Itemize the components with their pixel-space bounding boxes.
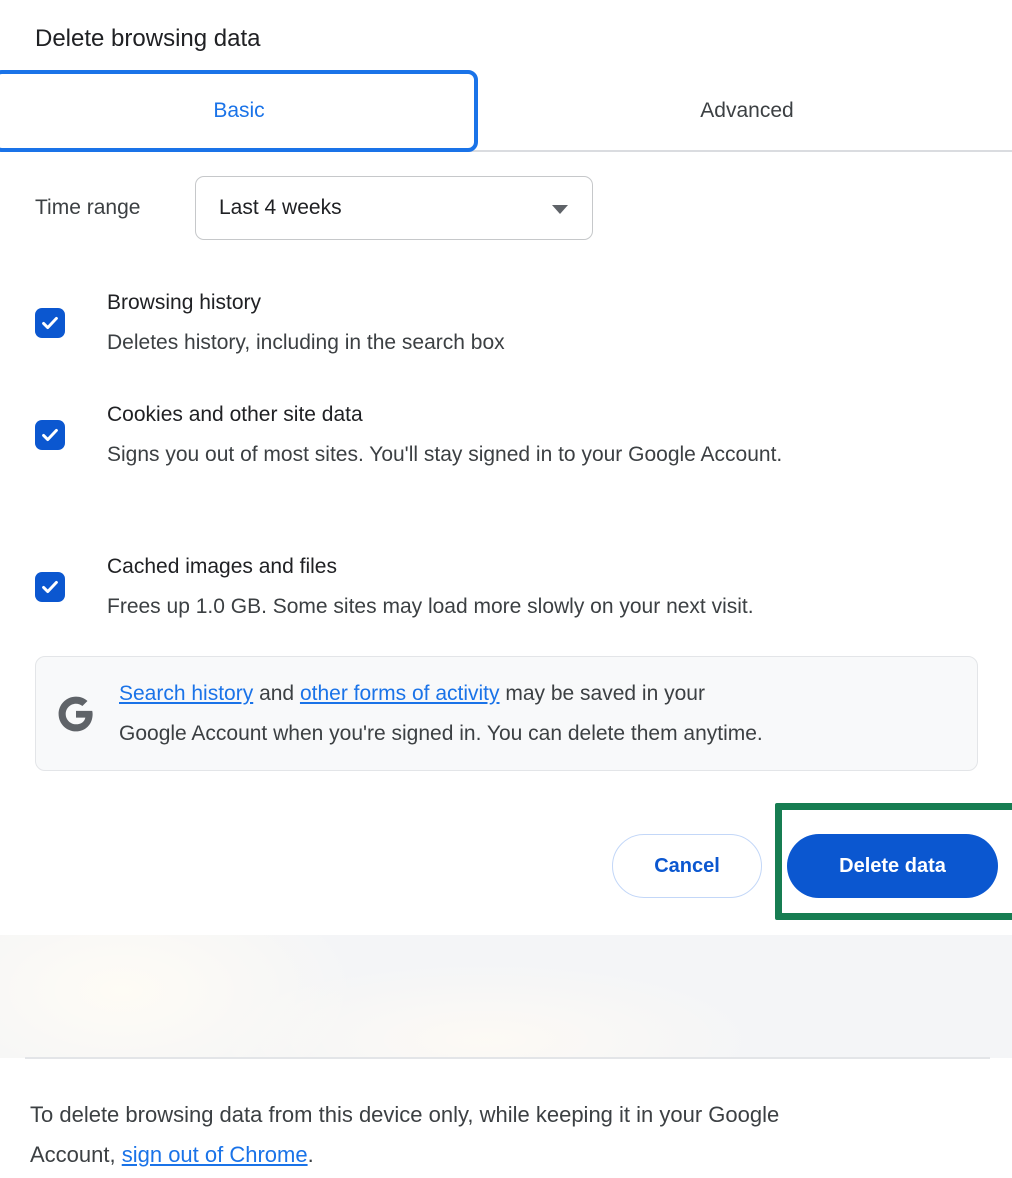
- cached-images-checkbox[interactable]: [35, 572, 65, 602]
- footer-note: To delete browsing data from this device…: [30, 1095, 992, 1175]
- checkbox-text: Browsing history Deletes history, includ…: [107, 283, 505, 363]
- dialog-title: Delete browsing data: [35, 25, 260, 53]
- checkbox-row-cached-images: Cached images and files Frees up 1.0 GB.…: [35, 547, 978, 627]
- checkbox-description: Signs you out of most sites. You'll stay…: [107, 435, 782, 475]
- time-range-selected-value: Last 4 weeks: [219, 196, 342, 220]
- notice-line1-tail: may be saved in your: [500, 682, 705, 705]
- checkbox-description: Deletes history, including in the search…: [107, 323, 505, 363]
- dialog-actions: Cancel Delete data: [612, 834, 998, 898]
- tab-strip: Basic Advanced: [0, 70, 1012, 152]
- checkbox-description: Frees up 1.0 GB. Some sites may load mor…: [107, 587, 754, 627]
- cookies-checkbox[interactable]: [35, 420, 65, 450]
- browsing-history-checkbox[interactable]: [35, 308, 65, 338]
- checkmark-icon: [39, 576, 61, 598]
- checkbox-row-cookies: Cookies and other site data Signs you ou…: [35, 395, 978, 475]
- checkbox-label: Cached images and files: [107, 547, 754, 587]
- notice-text: Search history and other forms of activi…: [119, 674, 763, 754]
- notice-separator: and: [253, 682, 300, 705]
- google-g-icon: [57, 695, 95, 733]
- delete-browsing-data-dialog: { "colors": { "accent_blue": "#1a73e8", …: [0, 0, 1012, 1178]
- footer-line2-suffix: .: [308, 1142, 314, 1167]
- tab-basic[interactable]: Basic: [0, 70, 478, 152]
- footer-divider: [25, 1057, 990, 1059]
- checkbox-label: Browsing history: [107, 283, 505, 323]
- google-account-notice: Search history and other forms of activi…: [35, 656, 978, 771]
- sign-out-of-chrome-link[interactable]: sign out of Chrome: [122, 1142, 308, 1167]
- checkmark-icon: [39, 312, 61, 334]
- checkbox-row-browsing-history: Browsing history Deletes history, includ…: [35, 283, 978, 363]
- checkmark-icon: [39, 424, 61, 446]
- footer-line2-prefix: Account,: [30, 1142, 122, 1167]
- footer-line1: To delete browsing data from this device…: [30, 1102, 779, 1127]
- checkbox-text: Cached images and files Frees up 1.0 GB.…: [107, 547, 754, 627]
- search-history-link[interactable]: Search history: [119, 682, 253, 705]
- checkbox-label: Cookies and other site data: [107, 395, 782, 435]
- page-background-strip: [0, 935, 1012, 1058]
- other-forms-of-activity-link[interactable]: other forms of activity: [300, 682, 500, 705]
- time-range-row: Time range Last 4 weeks: [35, 176, 593, 240]
- notice-line2: Google Account when you're signed in. Yo…: [119, 722, 763, 745]
- delete-button-wrap: Delete data: [787, 834, 998, 898]
- chevron-down-icon: [552, 205, 568, 214]
- tab-advanced[interactable]: Advanced: [482, 70, 1012, 152]
- delete-data-button[interactable]: Delete data: [787, 834, 998, 898]
- checkbox-text: Cookies and other site data Signs you ou…: [107, 395, 782, 475]
- cancel-button[interactable]: Cancel: [612, 834, 762, 898]
- time-range-select[interactable]: Last 4 weeks: [195, 176, 593, 240]
- time-range-label: Time range: [35, 196, 195, 220]
